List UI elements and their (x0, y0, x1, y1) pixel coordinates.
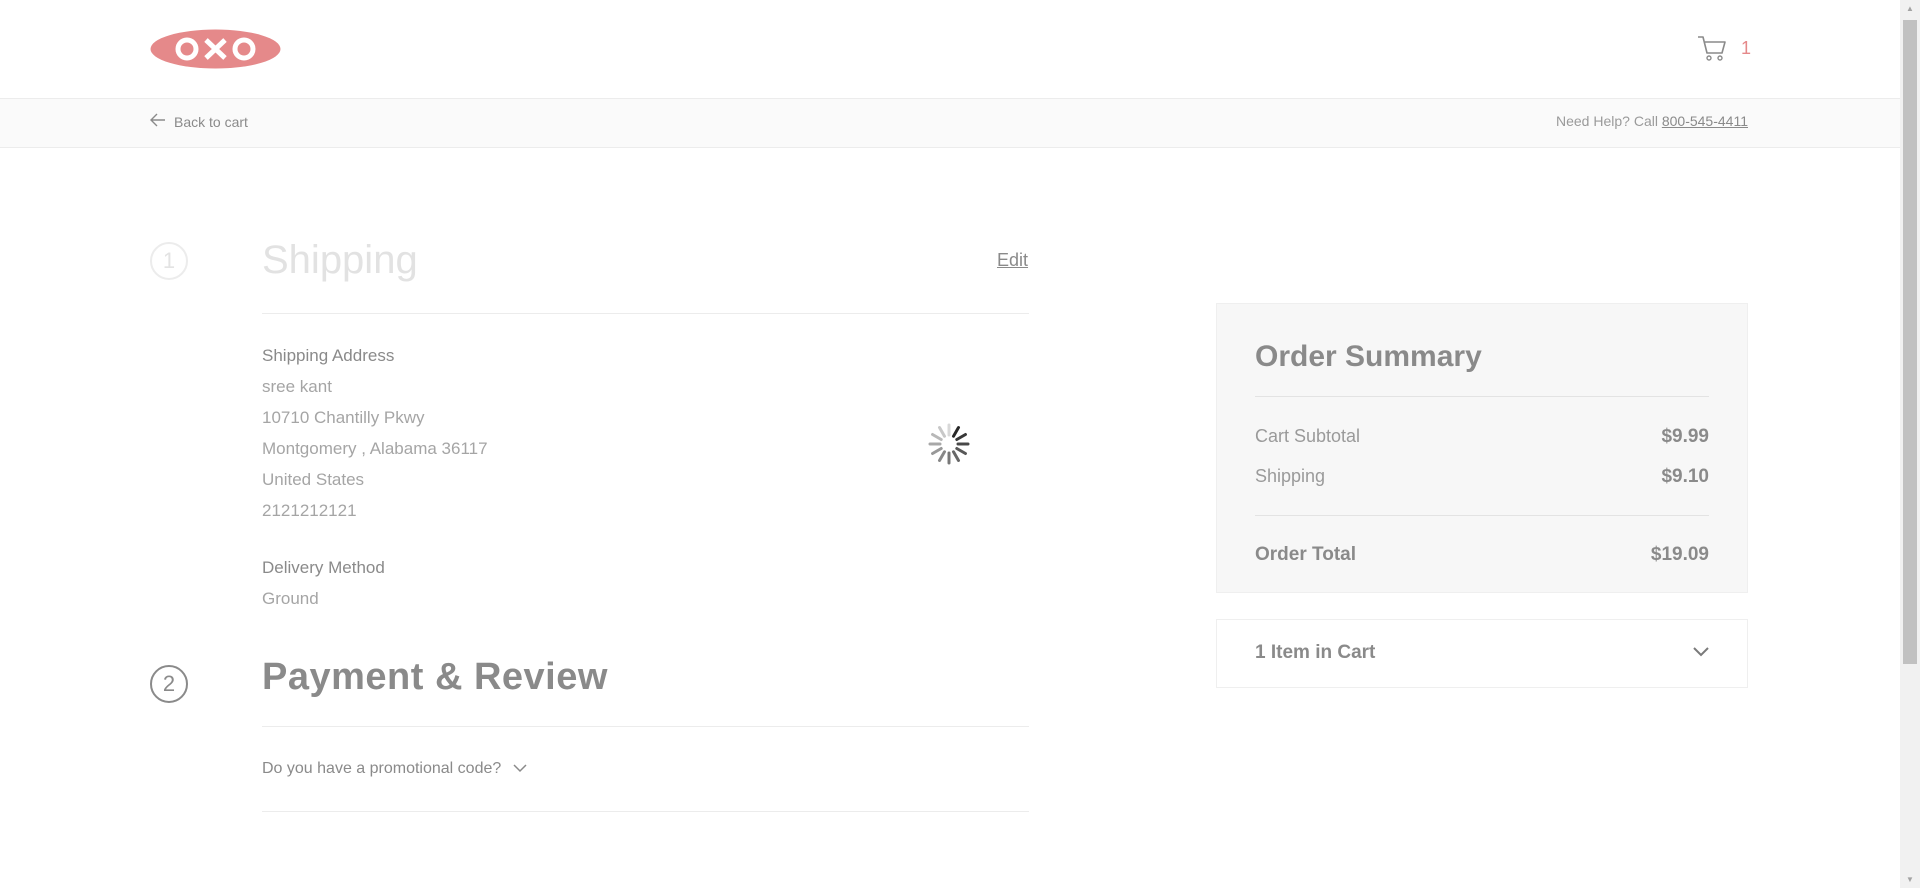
cart-button[interactable]: 1 (1697, 34, 1757, 64)
payment-review-heading: Payment & Review (262, 656, 608, 698)
scroll-up-arrow-icon[interactable]: ▲ (1900, 0, 1920, 17)
cart-count-badge: 1 (1741, 38, 1752, 58)
page-scrollbar[interactable]: ▲ ▼ (1900, 0, 1920, 888)
loading-spinner-icon (928, 423, 970, 465)
divider (262, 726, 1029, 727)
divider (1255, 396, 1709, 397)
scrollbar-thumb[interactable] (1903, 20, 1917, 664)
address-name: sree kant (262, 377, 332, 396)
shipping-address-label: Shipping Address (262, 346, 395, 365)
divider (262, 313, 1029, 314)
help-text: Need Help? Call 800-545-4411 (1556, 113, 1748, 129)
help-prefix: Need Help? Call (1556, 113, 1662, 129)
order-total-label: Order Total (1255, 544, 1356, 565)
address-country: United States (262, 470, 365, 489)
cart-items-toggle[interactable]: 1 Item in Cart (1216, 619, 1748, 688)
divider (262, 811, 1029, 812)
cart-subtotal-label: Cart Subtotal (1255, 426, 1361, 446)
back-to-cart-link[interactable]: Back to cart (150, 113, 248, 130)
promo-code-toggle[interactable]: Do you have a promotional code? (262, 760, 527, 778)
scroll-down-arrow-icon[interactable]: ▼ (1900, 871, 1920, 888)
oxo-logo[interactable] (150, 29, 281, 69)
shipping-cost-label: Shipping (1255, 466, 1326, 486)
edit-shipping-link[interactable]: Edit (997, 250, 1028, 271)
divider (1255, 515, 1709, 516)
order-summary-panel: Order Summary Cart Subtotal $9.99 Shippi… (1216, 303, 1748, 593)
delivery-method-value: Ground (262, 589, 319, 608)
chevron-down-icon (513, 760, 527, 778)
delivery-method-label: Delivery Method (262, 558, 385, 577)
shipping-heading: Shipping (262, 238, 418, 282)
address-city-state: Montgomery , Alabama 36117 (262, 439, 488, 458)
arrow-left-icon (150, 113, 166, 130)
help-phone-link[interactable]: 800-545-4411 (1662, 113, 1748, 129)
cart-items-label: 1 Item in Cart (1255, 642, 1376, 663)
shipping-cost-value: $9.10 (1661, 466, 1709, 487)
chevron-down-icon (1693, 644, 1709, 662)
step-1-indicator: 1 (150, 242, 188, 280)
cart-icon (1697, 34, 1727, 67)
order-summary-title: Order Summary (1255, 340, 1482, 373)
address-street: 10710 Chantilly Pkwy (262, 408, 425, 427)
step-2-indicator: 2 (150, 665, 188, 703)
checkout-subbar: Back to cart Need Help? Call 800-545-441… (0, 99, 1900, 148)
order-total-value: $19.09 (1650, 544, 1709, 565)
cart-subtotal-value: $9.99 (1661, 426, 1709, 447)
back-to-cart-label: Back to cart (174, 113, 248, 130)
site-header: 1 (0, 0, 1900, 99)
promo-code-label: Do you have a promotional code? (262, 760, 502, 777)
address-phone: 2121212121 (262, 501, 357, 520)
